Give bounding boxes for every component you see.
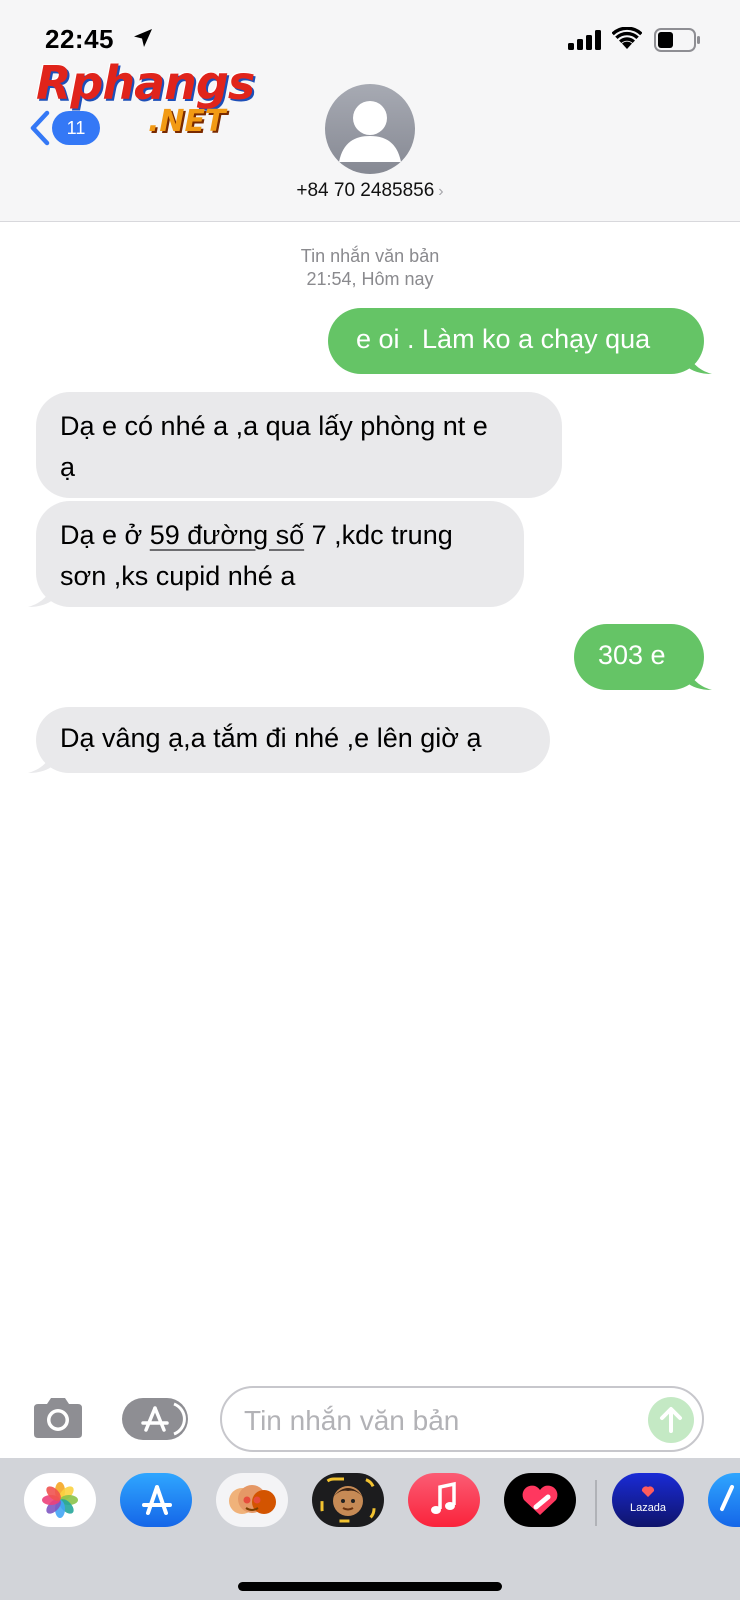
message-bubble-received[interactable]: Dạ e ở 59 đường số 7 ,kdc trung sơn ,ks … [28, 501, 524, 607]
message-bubble-received[interactable]: Dạ vâng ạ,a tắm đi nhé ,e lên giờ ạ [28, 707, 550, 773]
unread-count-badge: 11 [52, 111, 100, 145]
thread-meta: Tin nhắn văn bản 21:54, Hôm nay [0, 245, 740, 291]
camera-icon[interactable] [30, 1396, 86, 1440]
watermark-sub-text: .NET [148, 104, 226, 139]
arrow-up-icon [660, 1407, 682, 1433]
chevron-left-icon [30, 110, 50, 146]
bubble-tail [686, 348, 712, 374]
app-store-icon[interactable] [120, 1473, 192, 1527]
message-bubble-sent[interactable]: 303 e [574, 624, 712, 690]
message-text: e oi . Làm ko a chạy qua [356, 324, 651, 354]
contact-name-button[interactable]: +84 70 2485856 › [0, 180, 740, 202]
address-link[interactable]: 59 đường số [150, 520, 304, 550]
wifi-icon [612, 27, 642, 49]
lazada-icon[interactable]: Lazada [612, 1473, 684, 1527]
app-store-button[interactable] [122, 1398, 188, 1440]
message-text: Dạ vâng ạ,a tắm đi nhé ,e lên giờ ạ [60, 723, 482, 753]
location-arrow-icon [134, 29, 152, 47]
app-store-partial-icon[interactable] [708, 1473, 740, 1527]
animoji-icon[interactable] [312, 1473, 384, 1527]
conversation-header: 22:45 Rphangs .NET 11 +84 70 2485856 › [0, 0, 740, 222]
message-bubble-received[interactable]: Dạ e có nhé a ,a qua lấy phòng nt e ạ [36, 392, 562, 498]
contact-avatar[interactable] [325, 84, 415, 174]
lazada-label: Lazada [630, 1502, 667, 1514]
message-text-line: ạ [60, 452, 76, 482]
bubble-tail [28, 581, 54, 607]
message-text-line: Dạ e có nhé a ,a qua lấy phòng nt e [60, 411, 488, 441]
message-input-placeholder: Tin nhắn văn bản [244, 1405, 460, 1436]
battery-icon [654, 28, 700, 52]
message-input[interactable]: Tin nhắn văn bản [220, 1386, 704, 1452]
message-bubble-sent[interactable]: e oi . Làm ko a chạy qua [328, 308, 712, 374]
home-indicator[interactable] [238, 1582, 502, 1591]
message-service-label: Tin nhắn văn bản [300, 246, 440, 266]
photos-icon[interactable] [24, 1473, 96, 1527]
status-time: 22:45 [45, 24, 114, 54]
message-text-segment: Dạ e ở [60, 520, 150, 550]
music-icon[interactable] [408, 1473, 480, 1527]
send-button[interactable] [648, 1397, 694, 1443]
message-text-line: Dạ e ở 59 đường số 7 ,kdc trung [60, 515, 502, 556]
bubble-tail [686, 664, 712, 690]
app-store-icon [141, 1402, 186, 1436]
memoji-stickers-icon[interactable] [216, 1473, 288, 1527]
message-text-segment: 7 ,kdc trung [304, 520, 453, 550]
chevron-right-icon: › [438, 183, 444, 200]
bubble-tail [28, 747, 54, 773]
message-timestamp: 21:54, Hôm nay [306, 269, 434, 289]
drawer-divider [595, 1480, 597, 1526]
watermark-main-text: Rphangs [36, 56, 255, 110]
message-text-line: sơn ,ks cupid nhé a [60, 561, 296, 591]
cellular-signal-icon [568, 30, 601, 50]
imessage-app-drawer: Lazada [0, 1458, 740, 1600]
person-silhouette-icon [339, 101, 401, 162]
back-button[interactable]: 11 [28, 110, 100, 146]
digital-touch-icon[interactable] [504, 1473, 576, 1527]
contact-name: +84 70 2485856 [296, 180, 435, 201]
message-text: 303 e [598, 640, 666, 670]
